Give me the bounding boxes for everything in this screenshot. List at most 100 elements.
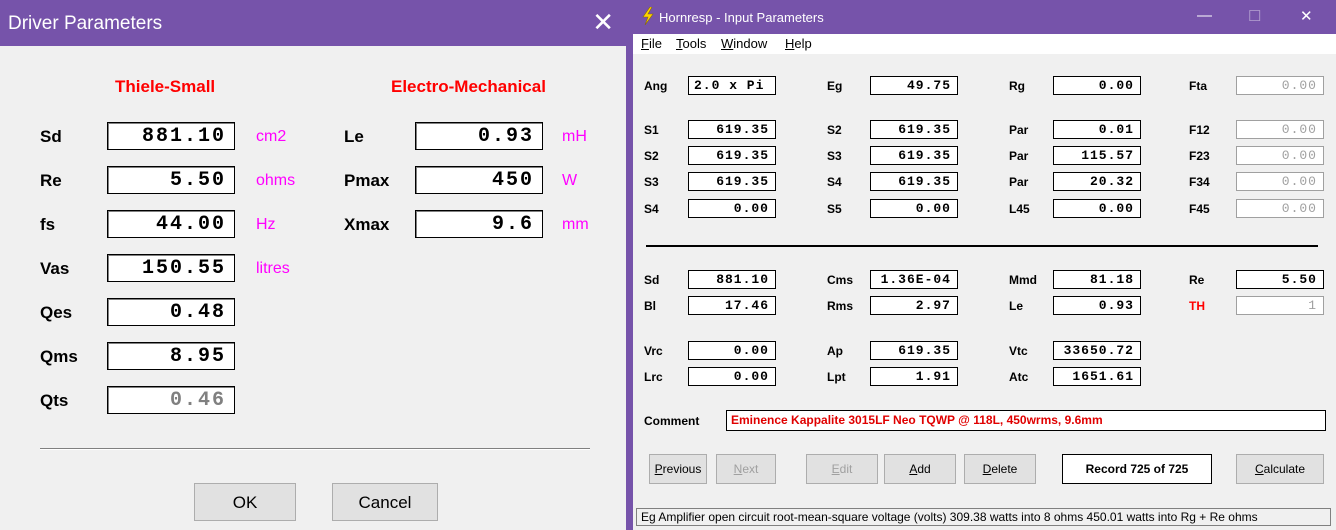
- atc-label: Atc: [1009, 370, 1029, 384]
- driver-dialog-title: Driver Parameters: [8, 13, 163, 34]
- le-field[interactable]: 0.93: [415, 122, 543, 150]
- rms-field[interactable]: 2.97: [870, 296, 958, 315]
- bl-field[interactable]: 17.46: [688, 296, 776, 315]
- s3b-field[interactable]: 619.35: [688, 172, 776, 191]
- add-rest: dd: [917, 462, 931, 476]
- l45-field[interactable]: 0.00: [1053, 199, 1141, 218]
- qts-label: Qts: [40, 391, 69, 410]
- cancel-button[interactable]: Cancel: [332, 483, 438, 521]
- f34-label: F34: [1189, 175, 1210, 189]
- section-divider: [646, 245, 1318, 247]
- calculate-button[interactable]: Calculate: [1236, 454, 1324, 484]
- fs-unit: Hz: [256, 216, 276, 233]
- comment-label: Comment: [644, 414, 700, 428]
- qms-field[interactable]: 8.95: [107, 342, 235, 370]
- th-field: 1: [1236, 296, 1324, 315]
- ap-field[interactable]: 619.35: [870, 341, 958, 360]
- s2b-field[interactable]: 619.35: [688, 146, 776, 165]
- mmd-field[interactable]: 81.18: [1053, 270, 1141, 289]
- vrc-field[interactable]: 0.00: [688, 341, 776, 360]
- pmax-label: Pmax: [344, 171, 390, 190]
- atc-field[interactable]: 1651.61: [1053, 367, 1141, 386]
- bl-label: Bl: [644, 299, 656, 313]
- f23-label: F23: [1189, 149, 1210, 163]
- hornresp-titlebar: Hornresp - Input Parameters — ☐ ✕: [633, 0, 1336, 34]
- par2-label: Par: [1009, 149, 1029, 163]
- s4-field[interactable]: 619.35: [870, 172, 958, 191]
- driver-dialog-body: Thiele-Small Electro-Mechanical Sd 881.1…: [2, 46, 624, 530]
- menu-window[interactable]: Window: [721, 36, 767, 51]
- rg-field[interactable]: 0.00: [1053, 76, 1141, 95]
- close-window-icon[interactable]: ✕: [1300, 7, 1313, 25]
- menu-tools[interactable]: Tools: [676, 36, 706, 51]
- ang-label: Ang: [644, 79, 668, 93]
- cms-field[interactable]: 1.36E-04: [870, 270, 958, 289]
- sd-field[interactable]: 881.10: [107, 122, 235, 150]
- f45-field: 0.00: [1236, 199, 1324, 218]
- sd-unit: cm2: [256, 128, 287, 145]
- fta-label: Fta: [1189, 79, 1207, 93]
- menu-file[interactable]: File: [641, 36, 662, 51]
- qes-label: Qes: [40, 303, 73, 322]
- par2-field[interactable]: 115.57: [1053, 146, 1141, 165]
- s1-label: S1: [644, 123, 659, 137]
- s2-label: S2: [827, 123, 842, 137]
- xmax-unit: mm: [562, 216, 589, 233]
- fs-field[interactable]: 44.00: [107, 210, 235, 238]
- previous-button[interactable]: Previous: [649, 454, 707, 484]
- eg-field[interactable]: 49.75: [870, 76, 958, 95]
- minimize-icon[interactable]: —: [1197, 7, 1212, 24]
- calculate-rest: alculate: [1263, 462, 1306, 476]
- re-field[interactable]: 5.50: [107, 166, 235, 194]
- add-button[interactable]: Add: [884, 454, 956, 484]
- par1-field[interactable]: 0.01: [1053, 120, 1141, 139]
- ok-button[interactable]: OK: [194, 483, 296, 521]
- xmax-field[interactable]: 9.6: [415, 210, 543, 238]
- menu-window-rest: indow: [733, 36, 768, 51]
- re-label: Re: [40, 171, 62, 190]
- edit-key: E: [831, 462, 840, 476]
- hr-re-field[interactable]: 5.50: [1236, 270, 1324, 289]
- s3b-label: S3: [644, 175, 659, 189]
- l45-label: L45: [1009, 202, 1030, 216]
- delete-button[interactable]: Delete: [964, 454, 1036, 484]
- s5-field[interactable]: 0.00: [870, 199, 958, 218]
- menu-help[interactable]: Help: [785, 36, 812, 51]
- s1-field[interactable]: 619.35: [688, 120, 776, 139]
- qes-field[interactable]: 0.48: [107, 298, 235, 326]
- vas-field[interactable]: 150.55: [107, 254, 235, 282]
- dialog-separator: [40, 448, 590, 450]
- s2b-label: S2: [644, 149, 659, 163]
- rms-label: Rms: [827, 299, 854, 313]
- pmax-field[interactable]: 450: [415, 166, 543, 194]
- hr-re-label: Re: [1189, 273, 1205, 287]
- vtc-field[interactable]: 33650.72: [1053, 341, 1141, 360]
- fta-field: 0.00: [1236, 76, 1324, 95]
- rg-label: Rg: [1009, 79, 1025, 93]
- close-icon[interactable]: ✕: [592, 9, 614, 35]
- next-rest: ext: [742, 462, 759, 476]
- hr-le-field[interactable]: 0.93: [1053, 296, 1141, 315]
- f45-label: F45: [1189, 202, 1210, 216]
- thiele-small-heading: Thiele-Small: [115, 77, 216, 96]
- lpt-field[interactable]: 1.91: [870, 367, 958, 386]
- lrc-field[interactable]: 0.00: [688, 367, 776, 386]
- comment-field[interactable]: Eminence Kappalite 3015LF Neo TQWP @ 118…: [726, 410, 1326, 431]
- s3-field[interactable]: 619.35: [870, 146, 958, 165]
- menu-file-key: F: [641, 36, 649, 51]
- par3-label: Par: [1009, 175, 1029, 189]
- th-label: TH: [1189, 299, 1205, 313]
- par3-field[interactable]: 20.32: [1053, 172, 1141, 191]
- sd-label: Sd: [40, 127, 62, 146]
- s4b-label: S4: [644, 202, 659, 216]
- s2-field[interactable]: 619.35: [870, 120, 958, 139]
- s4-label: S4: [827, 175, 842, 189]
- s4b-field[interactable]: 0.00: [688, 199, 776, 218]
- maximize-icon[interactable]: ☐: [1248, 7, 1261, 25]
- lrc-label: Lrc: [644, 370, 663, 384]
- s5-label: S5: [827, 202, 842, 216]
- ang-field[interactable]: 2.0 x Pi: [688, 76, 776, 95]
- pmax-unit: W: [562, 172, 578, 189]
- hornresp-input-window: Hornresp - Input Parameters — ☐ ✕ File T…: [633, 0, 1336, 530]
- hr-sd-field[interactable]: 881.10: [688, 270, 776, 289]
